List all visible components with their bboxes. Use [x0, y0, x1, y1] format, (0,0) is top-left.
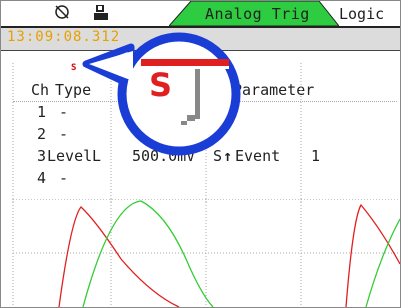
screen-frame: Analog Trig Logic 13:09:08.312 S Ch Type… — [0, 0, 401, 308]
sd-card-icon — [93, 4, 111, 26]
power-icon — [53, 4, 71, 24]
tab-analog-trig[interactable]: Analog Trig — [169, 1, 339, 26]
tab-logic[interactable]: Logic — [339, 5, 384, 23]
waveform-display — [12, 199, 400, 307]
top-bar: Analog Trig Logic — [1, 1, 400, 28]
tab-analog-trig-label: Analog Trig — [205, 5, 310, 23]
magnified-trigger-marker: S — [149, 66, 173, 104]
